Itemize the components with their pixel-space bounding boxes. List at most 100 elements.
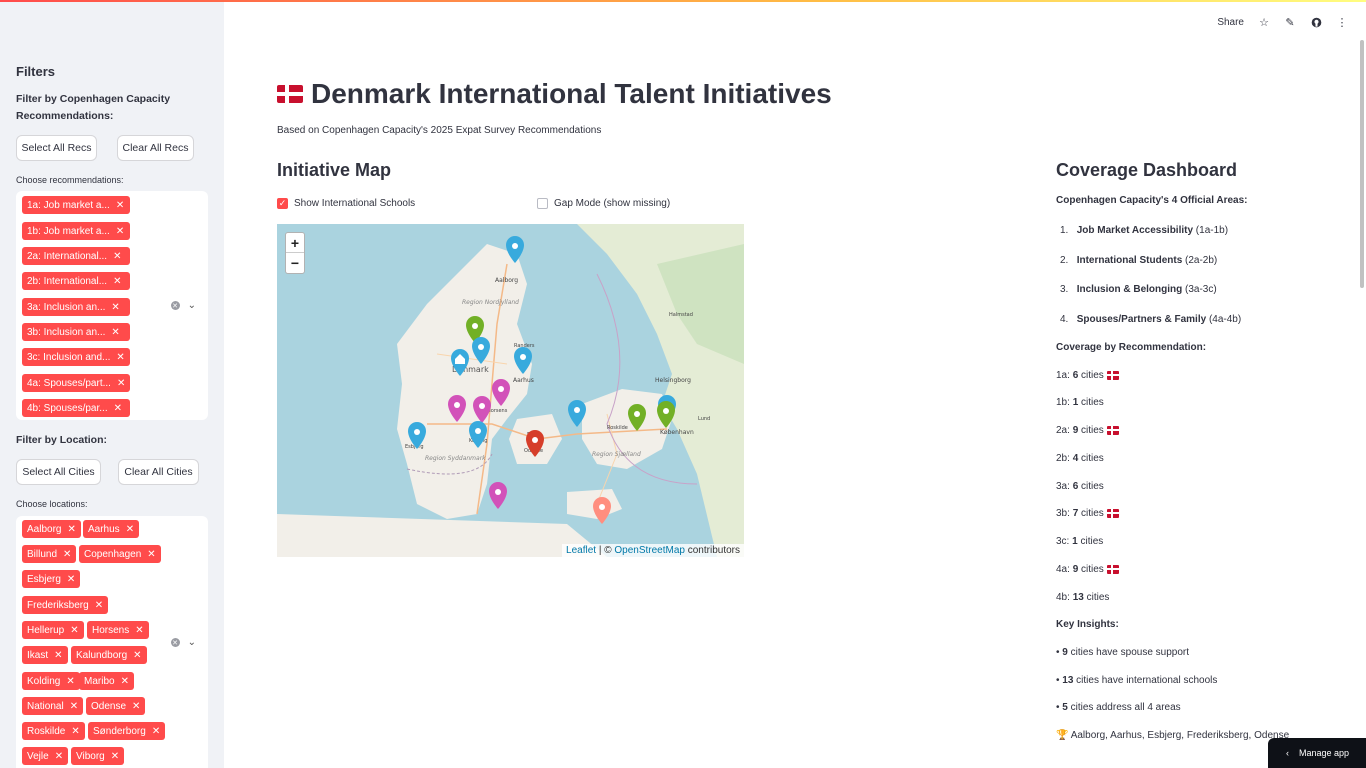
remove-icon[interactable]: ✕: [114, 403, 122, 414]
github-icon[interactable]: [1310, 16, 1322, 28]
manage-app-button[interactable]: ‹ Manage app: [1268, 738, 1366, 768]
rec-chip[interactable]: 1b: Job market a... ✕: [22, 222, 130, 240]
remove-icon[interactable]: ✕: [117, 378, 125, 389]
show-schools-checkbox[interactable]: ✓ Show International Schools: [277, 198, 415, 209]
remove-icon[interactable]: ✕: [116, 226, 124, 237]
svg-text:Roskilde: Roskilde: [607, 425, 628, 431]
top-cities: 🏆 Aalborg, Aarhus, Esbjerg, Frederiksber…: [1056, 730, 1290, 741]
location-chip[interactable]: Hellerup ✕: [22, 621, 84, 639]
page-scrollbar[interactable]: [1360, 40, 1364, 288]
rec-chip[interactable]: 1a: Job market a... ✕: [22, 196, 130, 214]
star-icon[interactable]: ☆: [1258, 16, 1270, 29]
remove-icon[interactable]: ✕: [54, 650, 62, 661]
location-chip[interactable]: Aalborg ✕: [22, 520, 81, 538]
remove-icon[interactable]: ✕: [126, 524, 134, 535]
clear-selection-icon[interactable]: ✕: [170, 638, 180, 647]
location-chip[interactable]: Odense ✕: [86, 697, 146, 715]
clear-all-recs-button[interactable]: Clear All Recs: [117, 135, 194, 161]
remove-icon[interactable]: ✕: [121, 676, 129, 687]
rec-chip[interactable]: 4b: Spouses/par... ✕: [22, 399, 130, 417]
rec-chip[interactable]: 2b: International... ✕: [22, 272, 130, 290]
location-chip[interactable]: Copenhagen ✕: [79, 545, 161, 563]
chip-label: 1a: Job market a...: [27, 199, 110, 211]
share-button[interactable]: Share: [1217, 17, 1244, 28]
remove-icon[interactable]: ✕: [111, 751, 119, 762]
remove-icon[interactable]: ✕: [70, 701, 78, 712]
chevron-down-icon[interactable]: ⌄: [188, 300, 196, 311]
location-chip[interactable]: Horsens ✕: [87, 621, 149, 639]
coverage-row: 2a: 9 cities: [1056, 425, 1119, 436]
select-all-recs-button[interactable]: Select All Recs: [16, 135, 97, 161]
denmark-flag-icon: [1106, 564, 1119, 574]
osm-link[interactable]: OpenStreetMap: [614, 545, 685, 556]
chip-label: Frederiksberg: [27, 599, 89, 611]
remove-icon[interactable]: ✕: [111, 327, 119, 338]
rec-chip[interactable]: 4a: Spouses/part... ✕: [22, 374, 130, 392]
locations-multiselect[interactable]: Aalborg ✕ Aarhus ✕ Billund ✕ Copenhagen ✕ Es…: [16, 516, 208, 768]
remove-icon[interactable]: ✕: [95, 600, 103, 611]
checkbox-checked-icon[interactable]: ✓: [277, 198, 288, 209]
rec-chip[interactable]: 3b: Inclusion an... ✕: [22, 323, 130, 341]
location-chip[interactable]: Viborg ✕: [71, 747, 125, 765]
initiative-map[interactable]: Aalborg Region Nordjylland Danmark Rande…: [277, 224, 744, 557]
remove-icon[interactable]: ✕: [71, 726, 79, 737]
clear-all-cities-button[interactable]: Clear All Cities: [118, 459, 199, 485]
map-marker-purple[interactable]: [489, 482, 507, 509]
clear-selection-icon[interactable]: ✕: [170, 301, 180, 310]
rec-chip[interactable]: 3a: Inclusion an... ✕: [22, 298, 130, 316]
location-chip[interactable]: Billund ✕: [22, 545, 77, 563]
zoom-out-button[interactable]: −: [286, 253, 304, 273]
remove-icon[interactable]: ✕: [132, 701, 140, 712]
map-marker-salmon[interactable]: [593, 497, 611, 524]
location-chip[interactable]: Aarhus ✕: [83, 520, 140, 538]
remove-icon[interactable]: ✕: [152, 726, 160, 737]
chip-label: Vejle: [27, 750, 49, 762]
location-chip[interactable]: Sønderborg ✕: [88, 722, 166, 740]
recommendations-multiselect[interactable]: 1a: Job market a... ✕ 1b: Job market a...…: [16, 191, 208, 420]
leaflet-link[interactable]: Leaflet: [566, 545, 596, 556]
remove-icon[interactable]: ✕: [113, 276, 121, 287]
location-chip[interactable]: Ikast ✕: [22, 646, 68, 664]
rec-chip[interactable]: 3c: Inclusion and... ✕: [22, 348, 130, 366]
location-chip[interactable]: Frederiksberg ✕: [22, 596, 109, 614]
location-chip[interactable]: Roskilde ✕: [22, 722, 85, 740]
dashboard-heading: Coverage Dashboard: [1056, 160, 1238, 180]
remove-icon[interactable]: ✕: [67, 574, 75, 585]
remove-icon[interactable]: ✕: [66, 676, 74, 687]
location-chip[interactable]: Maribo ✕: [79, 672, 134, 690]
location-chip[interactable]: National ✕: [22, 697, 84, 715]
coverage-row: 1b: 1 cities: [1056, 397, 1104, 408]
attribution-separator: | ©: [596, 545, 615, 556]
checkbox-unchecked-icon[interactable]: [537, 198, 548, 209]
remove-icon[interactable]: ✕: [116, 200, 124, 211]
zoom-in-button[interactable]: +: [286, 233, 304, 253]
chip-label: 1b: Job market a...: [27, 225, 110, 237]
gap-mode-checkbox[interactable]: Gap Mode (show missing): [537, 198, 670, 209]
remove-icon[interactable]: ✕: [135, 625, 143, 636]
location-chip[interactable]: Esbjerg ✕: [22, 570, 81, 588]
coverage-row: 2b: 4 cities: [1056, 453, 1104, 464]
chip-label: 4b: Spouses/par...: [27, 402, 108, 414]
choose-recs-label: Choose recommendations:: [16, 175, 124, 185]
more-icon[interactable]: ⋮: [1336, 16, 1348, 29]
svg-text:Helsingborg: Helsingborg: [655, 377, 691, 384]
chip-label: Billund: [27, 548, 58, 560]
location-chip[interactable]: Kalundborg ✕: [71, 646, 147, 664]
remove-icon[interactable]: ✕: [55, 751, 63, 762]
rec-chip[interactable]: 2a: International... ✕: [22, 247, 130, 265]
remove-icon[interactable]: ✕: [111, 302, 119, 313]
remove-icon[interactable]: ✕: [147, 549, 155, 560]
remove-icon[interactable]: ✕: [70, 625, 78, 636]
remove-icon[interactable]: ✕: [67, 524, 75, 535]
select-all-cities-button[interactable]: Select All Cities: [16, 459, 101, 485]
coverage-title: Coverage by Recommendation:: [1056, 342, 1207, 353]
remove-icon[interactable]: ✕: [113, 251, 121, 262]
location-chip[interactable]: Kolding ✕: [22, 672, 80, 690]
remove-icon[interactable]: ✕: [116, 352, 124, 363]
remove-icon[interactable]: ✕: [63, 549, 71, 560]
chevron-down-icon[interactable]: ⌄: [188, 637, 196, 648]
remove-icon[interactable]: ✕: [133, 650, 141, 661]
edit-icon[interactable]: ✎: [1284, 16, 1296, 29]
location-chip[interactable]: Vejle ✕: [22, 747, 69, 765]
area-item: 4. Spouses/Partners & Family (4a-4b): [1060, 314, 1242, 325]
